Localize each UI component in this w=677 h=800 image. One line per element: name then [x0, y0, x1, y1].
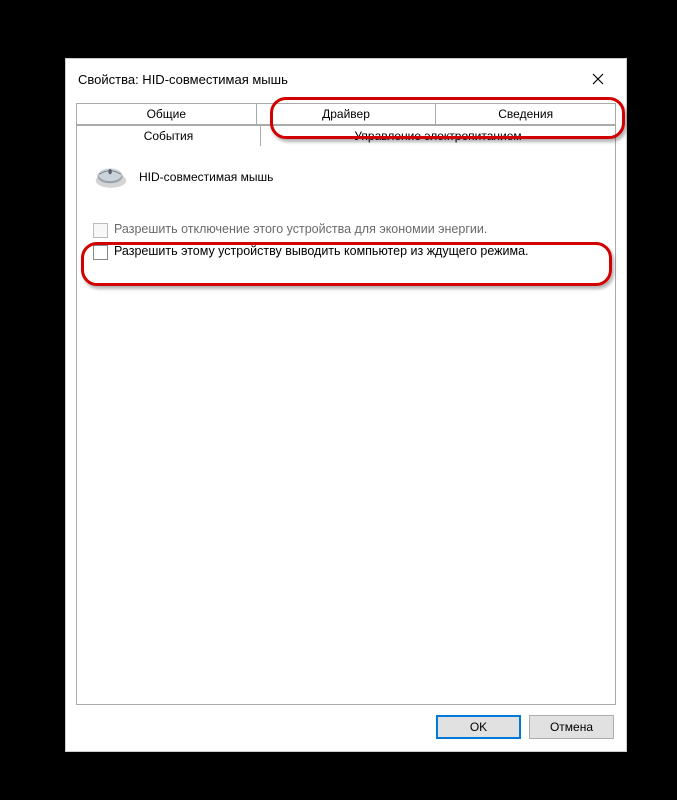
mouse-icon	[93, 164, 129, 190]
close-button[interactable]	[582, 67, 614, 91]
option-allow-turnoff: Разрешить отключение этого устройства дл…	[93, 222, 603, 238]
properties-dialog: Свойства: HID-совместимая мышь Общие Дра…	[65, 58, 627, 752]
option-turnoff-label: Разрешить отключение этого устройства дл…	[114, 222, 487, 236]
tab-power-management[interactable]: Управление электропитанием	[260, 125, 616, 146]
cancel-button[interactable]: Отмена	[529, 715, 614, 739]
close-icon	[592, 73, 604, 85]
tab-content: HID-совместимая мышь Разрешить отключени…	[76, 146, 616, 705]
tab-driver[interactable]: Драйвер	[256, 103, 437, 125]
option-wake-label: Разрешить этому устройству выводить комп…	[114, 244, 529, 258]
ok-button[interactable]: OK	[436, 715, 521, 739]
tab-general[interactable]: Общие	[76, 103, 257, 125]
button-bar: OK Отмена	[66, 705, 626, 751]
dialog-title: Свойства: HID-совместимая мышь	[78, 72, 582, 87]
checkbox-turnoff	[93, 223, 108, 238]
device-name: HID-совместимая мышь	[139, 170, 273, 184]
tabs: Общие Драйвер Сведения События Управлени…	[76, 103, 616, 146]
tab-details[interactable]: Сведения	[435, 103, 616, 125]
option-allow-wake[interactable]: Разрешить этому устройству выводить комп…	[93, 244, 603, 260]
tab-events[interactable]: События	[76, 125, 261, 146]
titlebar: Свойства: HID-совместимая мышь	[66, 59, 626, 99]
checkbox-wake[interactable]	[93, 245, 108, 260]
